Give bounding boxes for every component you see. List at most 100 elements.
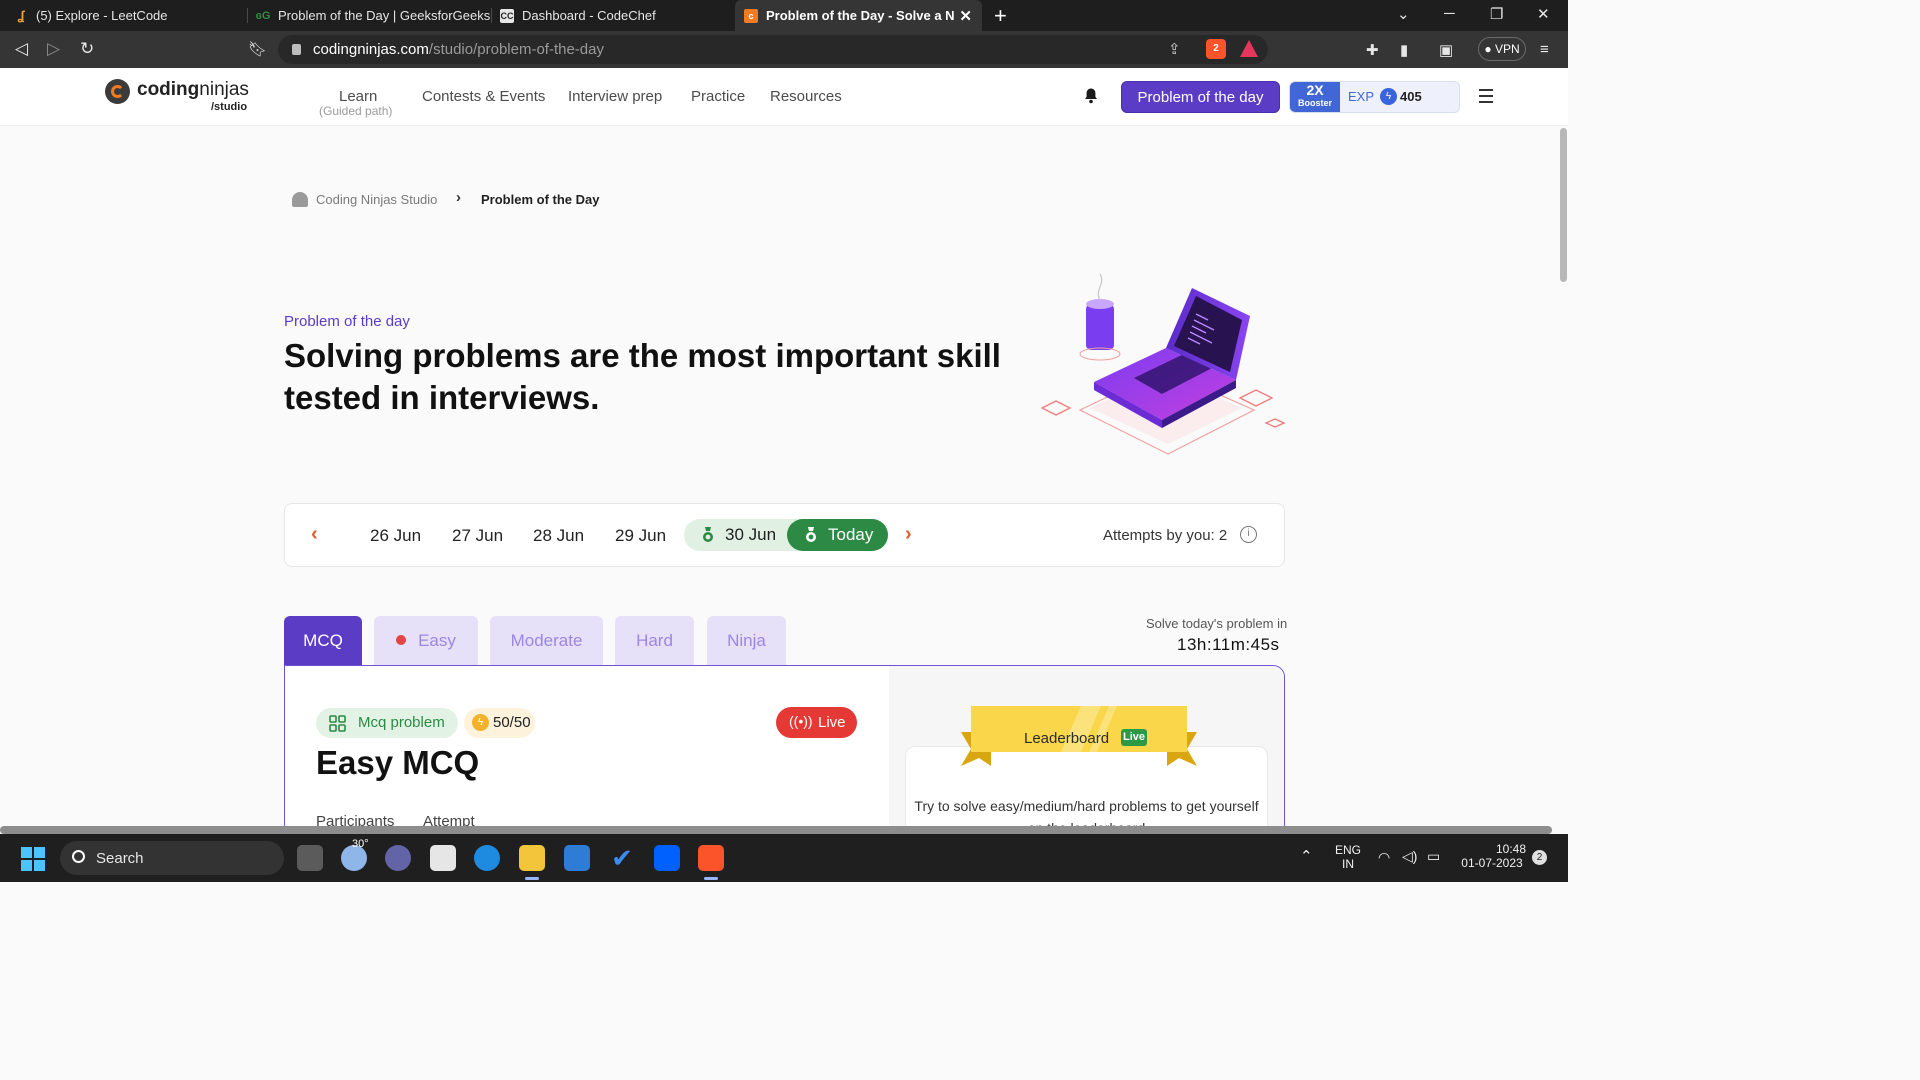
teams-chat-icon[interactable] [385,845,411,871]
nav-learn-subtitle: (Guided path) [319,104,393,118]
nav-practice[interactable]: Practice [691,88,745,105]
lightning-icon: ϟ [472,714,489,731]
windows-start-icon[interactable] [21,847,45,871]
taskbar-search[interactable]: Search [60,841,284,875]
tab-geeksforgeeks[interactable]: ɞG Problem of the Day | GeeksforGeeks | … [256,0,490,31]
extensions-icon[interactable]: ✚ [1366,41,1379,59]
restore-icon[interactable]: ❐ [1490,5,1503,23]
problem-title: Easy MCQ [316,744,480,781]
lightning-icon: ϟ [1380,88,1397,105]
brave-rewards-icon[interactable] [1240,40,1258,57]
problem-card: Mcq problem ϟ 50/50 ((•)) Live Easy MCQ … [284,665,1285,835]
date-26-jun[interactable]: 26 Jun [370,526,421,546]
nav-resources[interactable]: Resources [770,88,842,105]
notification-badge[interactable]: 2 [1532,850,1547,865]
leaderboard-title[interactable]: Leaderboard [1024,730,1109,747]
countdown-timer: 13h:11m:45s [1177,635,1280,654]
search-icon [72,850,85,863]
previous-dates-chevron-icon[interactable]: ‹ [311,523,318,546]
scrollbar-thumb[interactable] [1560,128,1567,282]
hamburger-menu-icon[interactable] [1479,89,1493,107]
nav-contests-events[interactable]: Contests & Events [422,88,545,105]
tab-codechef[interactable]: CC Dashboard - CodeChef [500,0,726,31]
date-28-jun[interactable]: 28 Jun [533,526,584,546]
volume-icon[interactable]: ◁) [1402,848,1417,865]
reload-icon[interactable]: ↻ [80,39,94,59]
tab-separator [247,8,248,23]
brave-browser-icon[interactable] [698,845,724,871]
tab-label: (5) Explore - LeetCode [36,8,168,23]
battery-icon[interactable]: ▭ [1427,848,1440,865]
exp-value: 405 [1400,89,1422,104]
coding-ninjas-logo-icon[interactable] [105,79,130,104]
minimize-icon[interactable]: ─ [1444,5,1455,22]
next-dates-chevron-icon[interactable]: › [905,523,912,546]
url-text: codingninjas.com/studio/problem-of-the-d… [313,41,604,58]
hero-kicker: Problem of the day [284,313,410,330]
language-indicator[interactable]: ENG IN [1335,843,1361,871]
score-chip: ϟ 50/50 [464,708,535,738]
medal-icon [806,527,816,542]
info-icon[interactable]: i [1240,526,1257,543]
site-header: codingninjas /studio Learn (Guided path)… [0,68,1568,126]
bookmark-icon[interactable]: 🔖︎ [248,40,267,58]
attempts-count: Attempts by you: 2 [1103,527,1228,544]
back-icon[interactable]: ◁ [15,39,28,59]
brave-shields-icon[interactable]: 2 [1206,39,1226,59]
active-app-indicator [525,877,539,880]
tab-easy[interactable]: Easy [374,616,478,665]
tab-leetcode[interactable]: ʆ (5) Explore - LeetCode [14,0,246,31]
breadcrumb-current: Problem of the Day [481,192,600,207]
address-bar[interactable]: codingninjas.com/studio/problem-of-the-d… [278,35,1268,64]
page-title: Solving problems are the most important … [284,337,1001,416]
tab-moderate[interactable]: Moderate [490,616,603,665]
dropbox-icon[interactable] [654,845,680,871]
booster-badge: 2X Booster [1290,82,1340,112]
amazon-icon[interactable] [430,845,456,871]
clock[interactable]: 10:48 01-07-2023 [1458,842,1526,870]
horizontal-scrollbar[interactable] [0,826,1552,834]
tab-search-chevron-icon[interactable]: ⌄ [1397,5,1410,23]
laptop-illustration [1040,273,1286,455]
wallet-icon[interactable]: ▣ [1439,41,1453,59]
share-icon[interactable]: ⇪ [1168,40,1181,58]
forward-icon[interactable]: ▷ [47,39,60,59]
vpn-button[interactable]: ● VPN [1478,37,1526,61]
date-27-jun[interactable]: 27 Jun [452,526,503,546]
codingninjas-icon: c [744,8,758,23]
tab-mcq[interactable]: MCQ [284,616,362,665]
tray-chevron-up-icon[interactable]: ⌃ [1300,847,1313,865]
leetcode-icon: ʆ [17,8,25,23]
date-29-jun[interactable]: 29 Jun [615,526,666,546]
sidebar-icon[interactable]: ▮ [1400,41,1408,59]
file-explorer-icon[interactable] [519,845,545,871]
date-selector: ‹ 26 Jun 27 Jun 28 Jun 29 Jun 30 Jun Tod… [284,503,1285,567]
edge-icon[interactable] [474,845,500,871]
todo-checkmark-icon[interactable]: ✔ [609,845,635,871]
date-today[interactable]: Today [787,519,888,551]
exp-widget[interactable]: 2X Booster EXP ϟ 405 [1289,81,1460,113]
nav-learn[interactable]: Learn [339,88,377,105]
tab-hard[interactable]: Hard [615,616,694,665]
menu-icon[interactable]: ≡ [1540,41,1549,58]
date-30-jun[interactable]: 30 Jun Today [684,519,888,551]
new-tab-button[interactable]: + [994,3,1007,29]
breadcrumb-root[interactable]: Coding Ninjas Studio [316,192,437,207]
close-tab-icon[interactable]: ✕ [959,7,972,25]
logo-text[interactable]: codingninjas [137,79,249,101]
close-window-icon[interactable]: ✕ [1537,5,1550,23]
home-icon[interactable] [292,192,308,207]
task-view-icon[interactable] [297,845,323,871]
bell-icon[interactable] [1084,88,1098,104]
chevron-right-icon: › [456,189,461,206]
tab-coding-ninjas[interactable]: c Problem of the Day - Solve a New ✕ [735,0,982,31]
wifi-icon[interactable]: ◠ [1378,849,1390,866]
nav-interview-prep[interactable]: Interview prep [568,88,662,105]
status-dot [396,635,407,645]
tab-ninja[interactable]: Ninja [707,616,786,665]
exp-label: EXP [1348,89,1375,104]
live-button[interactable]: ((•)) Live [776,707,857,738]
problem-of-the-day-button[interactable]: Problem of the day [1121,81,1280,113]
ms-store-icon[interactable] [564,845,590,871]
grid-icon [329,715,346,732]
